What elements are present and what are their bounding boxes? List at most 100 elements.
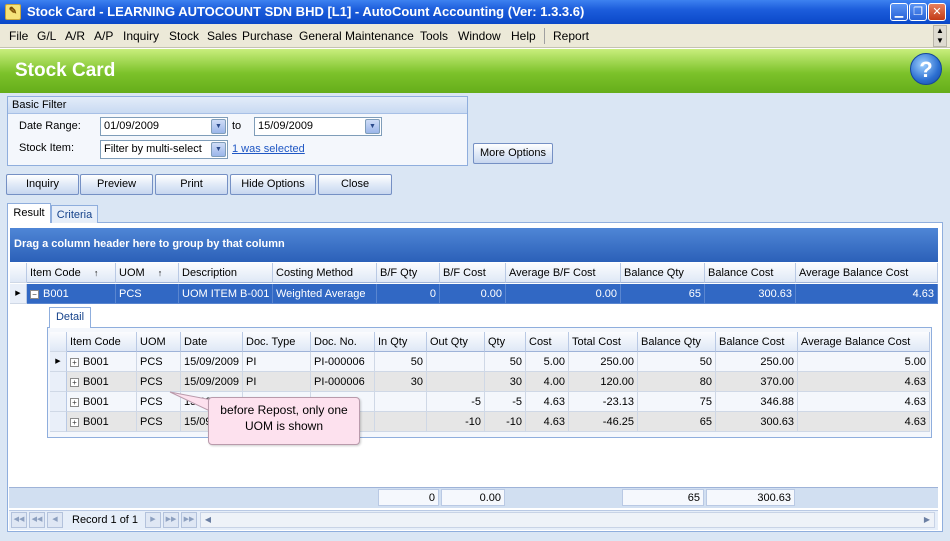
detail-out-qty[interactable]: -10 xyxy=(427,412,485,432)
expand-icon[interactable]: + xyxy=(70,417,79,427)
col-bf-cost[interactable]: B/F Cost xyxy=(440,263,506,283)
col-bf-qty[interactable]: B/F Qty xyxy=(377,263,440,283)
menu-gl[interactable]: G/L xyxy=(37,29,56,43)
expand-icon[interactable]: + xyxy=(70,357,79,367)
detail-total-cost[interactable]: 120.00 xyxy=(569,372,638,392)
group-by-panel[interactable]: Drag a column header here to group by th… xyxy=(10,228,938,262)
menu-sales[interactable]: Sales xyxy=(207,29,237,43)
detail-uom[interactable]: PCS xyxy=(137,372,181,392)
detail-qty[interactable]: -5 xyxy=(485,392,526,412)
detail-col-balance-cost[interactable]: Balance Cost xyxy=(716,332,798,352)
detail-uom[interactable]: PCS xyxy=(137,352,181,372)
detail-balance-cost[interactable]: 370.00 xyxy=(716,372,798,392)
col-balance-cost[interactable]: Balance Cost xyxy=(705,263,796,283)
scroll-left-icon[interactable]: ◀ xyxy=(201,513,215,527)
print-button[interactable]: Print xyxy=(155,174,228,195)
list-item[interactable]: + B001 xyxy=(67,392,137,412)
detail-col-doc-type[interactable]: Doc. Type xyxy=(243,332,311,352)
detail-date[interactable]: 15/09/2009 xyxy=(181,352,243,372)
close-button[interactable]: Close xyxy=(318,174,392,195)
detail-qty[interactable]: -10 xyxy=(485,412,526,432)
detail-in-qty[interactable]: 50 xyxy=(375,352,427,372)
tab-criteria[interactable]: Criteria xyxy=(51,205,98,223)
menu-stock[interactable]: Stock xyxy=(169,29,199,43)
detail-col-average-balance-cost[interactable]: Average Balance Cost xyxy=(798,332,930,352)
first-record-icon[interactable]: ◀◀ xyxy=(11,512,27,528)
detail-cost[interactable]: 4.00 xyxy=(526,372,569,392)
col-description[interactable]: Description xyxy=(179,263,273,283)
detail-col-in-qty[interactable]: In Qty xyxy=(375,332,427,352)
detail-col-cost[interactable]: Cost xyxy=(526,332,569,352)
menu-file[interactable]: File xyxy=(9,29,28,43)
detail-col-date[interactable]: Date xyxy=(181,332,243,352)
col-uom[interactable]: UOM ↑ xyxy=(116,263,179,283)
row-indicator[interactable] xyxy=(50,392,67,412)
detail-total-cost[interactable]: 250.00 xyxy=(569,352,638,372)
chevron-down-icon[interactable]: ▼ xyxy=(211,142,226,157)
menu-report[interactable]: Report xyxy=(553,29,589,43)
detail-cost[interactable]: 5.00 xyxy=(526,352,569,372)
menu-general-maintenance[interactable]: General Maintenance xyxy=(299,29,414,43)
detail-total-cost[interactable]: -46.25 xyxy=(569,412,638,432)
date-from-picker[interactable]: 01/09/2009 ▼ xyxy=(100,117,228,136)
row-bf-qty[interactable]: 0 xyxy=(377,284,440,304)
detail-total-cost[interactable]: -23.13 xyxy=(569,392,638,412)
collapse-icon[interactable]: − xyxy=(30,289,39,299)
detail-col-item-code[interactable]: Item Code xyxy=(67,332,137,352)
detail-in-qty[interactable]: 30 xyxy=(375,372,427,392)
detail-balance-cost[interactable]: 346.88 xyxy=(716,392,798,412)
detail-doc-type[interactable]: PI xyxy=(243,352,311,372)
preview-button[interactable]: Preview xyxy=(80,174,153,195)
detail-date[interactable]: 15/09/2009 xyxy=(181,372,243,392)
selected-items-link[interactable]: 1 was selected xyxy=(232,143,305,155)
row-indicator[interactable] xyxy=(50,372,67,392)
row-average-balance-cost[interactable]: 4.63 xyxy=(796,284,938,304)
chevron-down-icon[interactable]: ▼ xyxy=(211,119,226,134)
row-balance-cost[interactable]: 300.63 xyxy=(705,284,796,304)
more-options-button[interactable]: More Options xyxy=(473,143,553,164)
row-balance-qty[interactable]: 65 xyxy=(621,284,705,304)
help-icon[interactable]: ? xyxy=(910,53,942,85)
col-item-code[interactable]: Item Code ↑ xyxy=(27,263,116,283)
detail-doc-no[interactable]: PI-000006 xyxy=(311,372,375,392)
list-item[interactable]: + B001 xyxy=(67,412,137,432)
tab-detail[interactable]: Detail xyxy=(49,307,91,328)
row-costing-method[interactable]: Weighted Average xyxy=(273,284,377,304)
menu-purchase[interactable]: Purchase xyxy=(242,29,293,43)
menu-window[interactable]: Window xyxy=(458,29,501,43)
table-row[interactable]: − B001 xyxy=(27,284,116,304)
detail-cost[interactable]: 4.63 xyxy=(526,412,569,432)
maximize-icon[interactable]: ❐ xyxy=(909,3,927,21)
detail-doc-type[interactable]: PI xyxy=(243,372,311,392)
inquiry-button[interactable]: Inquiry xyxy=(6,174,79,195)
detail-qty[interactable]: 50 xyxy=(485,352,526,372)
horizontal-scrollbar[interactable]: ◀ ▶ xyxy=(200,512,935,528)
list-item[interactable]: + B001 xyxy=(67,372,137,392)
detail-balance-cost[interactable]: 300.63 xyxy=(716,412,798,432)
detail-qty[interactable]: 30 xyxy=(485,372,526,392)
chevron-down-icon[interactable]: ▼ xyxy=(365,119,380,134)
list-item[interactable]: + B001 xyxy=(67,352,137,372)
minimize-icon[interactable]: ▁ xyxy=(890,3,908,21)
detail-col-qty[interactable]: Qty xyxy=(485,332,526,352)
detail-average-balance-cost[interactable]: 4.63 xyxy=(798,372,930,392)
last-record-icon[interactable]: ▶▶ xyxy=(181,512,197,528)
detail-col-balance-qty[interactable]: Balance Qty xyxy=(638,332,716,352)
row-bf-cost[interactable]: 0.00 xyxy=(440,284,506,304)
row-indicator-icon[interactable]: ▶ xyxy=(10,284,27,304)
detail-balance-qty[interactable]: 65 xyxy=(638,412,716,432)
detail-out-qty[interactable] xyxy=(427,372,485,392)
detail-balance-qty[interactable]: 80 xyxy=(638,372,716,392)
stock-item-select[interactable]: Filter by multi-select ▼ xyxy=(100,140,228,159)
detail-average-balance-cost[interactable]: 5.00 xyxy=(798,352,930,372)
menu-scroll-icon[interactable]: ▲ ▼ xyxy=(933,25,947,47)
detail-col-out-qty[interactable]: Out Qty xyxy=(427,332,485,352)
row-average-bf-cost[interactable]: 0.00 xyxy=(506,284,621,304)
detail-balance-qty[interactable]: 50 xyxy=(638,352,716,372)
col-balance-qty[interactable]: Balance Qty xyxy=(621,263,705,283)
close-icon[interactable]: ✕ xyxy=(928,3,946,21)
date-to-picker[interactable]: 15/09/2009 ▼ xyxy=(254,117,382,136)
detail-col-total-cost[interactable]: Total Cost xyxy=(569,332,638,352)
expand-icon[interactable]: + xyxy=(70,397,79,407)
detail-out-qty[interactable] xyxy=(427,352,485,372)
